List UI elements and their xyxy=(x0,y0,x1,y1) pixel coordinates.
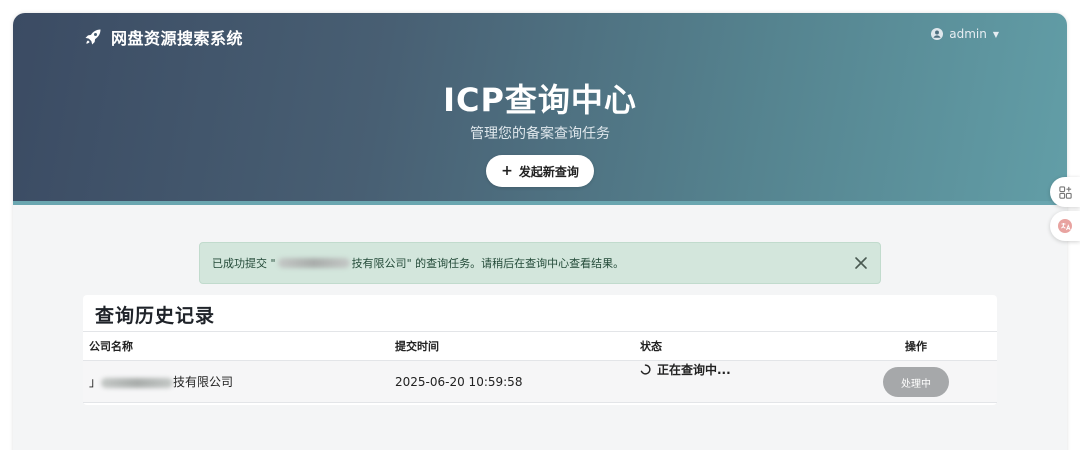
table-header: 公司名称 提交时间 状态 操作 xyxy=(83,331,997,361)
processing-button[interactable]: 处理中 xyxy=(883,367,949,397)
company-name: 技有限公司 xyxy=(173,375,234,389)
new-query-label: 发起新查询 xyxy=(518,164,579,179)
grid-plus-icon xyxy=(1058,185,1072,199)
history-title: 查询历史记录 xyxy=(95,305,216,327)
user-circle-icon xyxy=(931,28,944,40)
alert-suffix: " 的查询任务。请稍后在查询中心查看结果。 xyxy=(406,257,625,270)
caret-down-icon: ▼ xyxy=(992,29,999,39)
translate-icon xyxy=(1058,219,1072,233)
user-name: admin xyxy=(949,27,987,41)
header-status: 状态 xyxy=(640,340,662,353)
app-window: 网盘资源搜索系统 admin ▼ ICP查询中心 管理您的备案查询任务 + 发起… xyxy=(13,13,1067,450)
user-menu[interactable]: admin ▼ xyxy=(931,27,999,41)
page-subtitle: 管理您的备案查询任务 xyxy=(470,126,610,142)
header-submitted: 提交时间 xyxy=(395,340,439,353)
new-query-button[interactable]: + 发起新查询 xyxy=(486,155,594,187)
brand[interactable]: 网盘资源搜索系统 xyxy=(83,25,243,49)
header-action: 操作 xyxy=(905,340,927,353)
brand-title: 网盘资源搜索系统 xyxy=(111,29,244,48)
side-tool-apps[interactable] xyxy=(1050,177,1080,207)
table-row: 」 技有限公司 2025-06-20 10:59:58 正在查询中... 处理中 xyxy=(83,361,997,403)
company-cell: 」 技有限公司 xyxy=(89,361,233,403)
page-title: ICP查询中心 xyxy=(443,81,637,119)
submitted-time: 2025-06-20 10:59:58 xyxy=(395,375,523,389)
spinner-icon xyxy=(640,364,651,375)
history-panel: 查询历史记录 公司名称 提交时间 状态 操作 」 技有限公司 2025-06-20… xyxy=(83,295,997,405)
close-alert-button[interactable] xyxy=(852,254,870,272)
close-icon xyxy=(855,257,867,269)
side-tool-translate[interactable] xyxy=(1050,211,1080,241)
alert-prefix: 已成功提交 " xyxy=(212,257,276,270)
status-cell: 正在查询中... xyxy=(640,361,731,378)
rocket-icon xyxy=(85,29,101,45)
plus-icon: + xyxy=(501,163,513,179)
redacted-company-name xyxy=(101,377,174,388)
company-bracket: 」 xyxy=(89,375,102,389)
success-alert: 已成功提交 " 技有限公司 " 的查询任务。请稍后在查询中心查看结果。 xyxy=(199,242,881,284)
header-company: 公司名称 xyxy=(89,340,133,353)
status-text: 正在查询中... xyxy=(657,363,731,377)
hero-banner: 网盘资源搜索系统 admin ▼ ICP查询中心 管理您的备案查询任务 + 发起… xyxy=(13,13,1067,205)
redacted-company-name xyxy=(277,258,350,268)
alert-company: 技有限公司 xyxy=(351,257,407,270)
